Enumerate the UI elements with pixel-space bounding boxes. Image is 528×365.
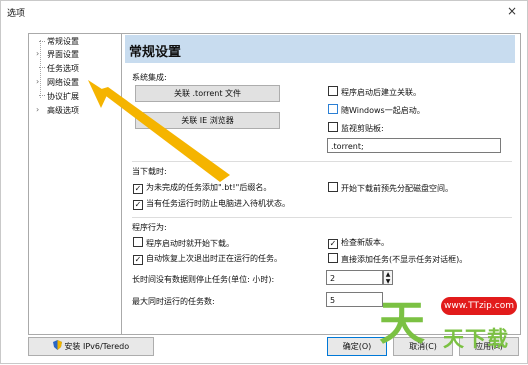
- watermark-text: 天下载: [443, 327, 509, 351]
- watermark-big-glyph: 天: [379, 296, 425, 350]
- arrow-shaft: [98, 87, 230, 182]
- watermark-url: www.TTzip.com: [441, 297, 517, 315]
- watermark: 天 www.TTzip.com 天下载: [379, 287, 524, 357]
